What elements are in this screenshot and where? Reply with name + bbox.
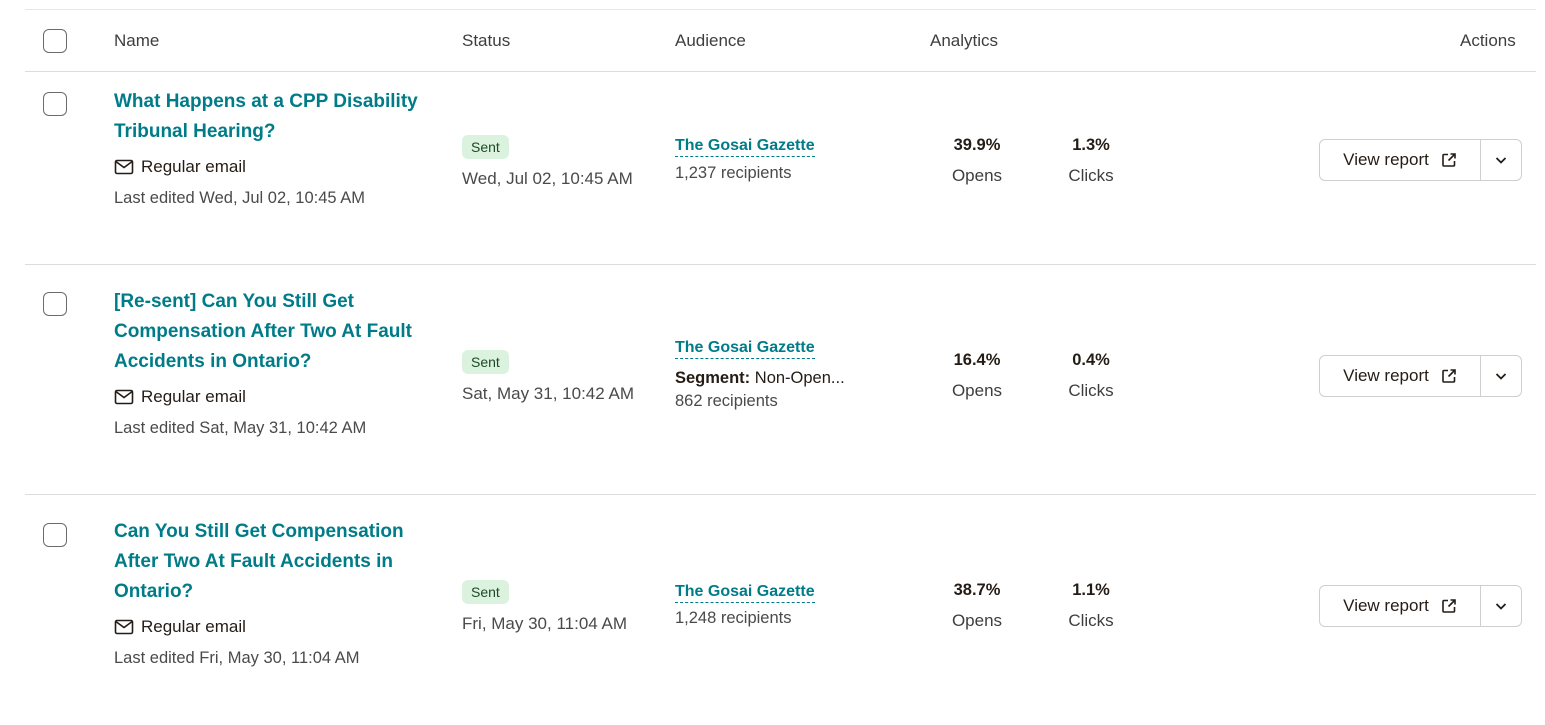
status-date: Fri, May 30, 11:04 AM <box>462 614 628 633</box>
view-report-label: View report <box>1343 596 1429 615</box>
more-actions-dropdown[interactable] <box>1481 586 1521 626</box>
status-badge: Sent <box>462 135 509 159</box>
opens-label: Opens <box>951 381 1003 400</box>
envelope-icon <box>114 159 134 175</box>
last-edited: Last edited Sat, May 31, 10:42 AM <box>114 419 367 437</box>
status-badge: Sent <box>462 350 509 374</box>
campaign-title-link[interactable]: Can You Still Get Compensation After Two… <box>114 517 444 607</box>
chevron-down-icon <box>1495 157 1507 164</box>
envelope-icon <box>114 619 134 635</box>
envelope-icon <box>114 389 134 405</box>
clicks-rate: 0.4% <box>1072 351 1110 369</box>
campaign-title-line: Accidents in Ontario? <box>114 351 312 372</box>
status-date: Wed, Jul 02, 10:45 AM <box>462 169 633 188</box>
column-header-audience: Audience <box>675 31 746 50</box>
campaign-title-line: After Two At Fault Accidents in <box>114 551 394 572</box>
row-divider <box>25 264 1536 265</box>
select-all-checkbox[interactable] <box>43 29 67 53</box>
view-report-button[interactable]: View report <box>1320 356 1481 396</box>
view-report-label: View report <box>1343 150 1429 169</box>
recipient-count: 1,237 recipients <box>675 164 792 182</box>
external-link-icon <box>1442 599 1456 613</box>
clicks-label: Clicks <box>1068 381 1114 400</box>
clicks-label: Clicks <box>1068 611 1114 630</box>
view-report-button-group: View report <box>1319 139 1522 181</box>
row-checkbox[interactable] <box>43 92 67 116</box>
row-checkbox[interactable] <box>43 292 67 316</box>
campaign-type-label: Regular email <box>141 387 246 406</box>
campaign-type: Regular email <box>114 617 246 637</box>
campaign-title-line: Ontario? <box>114 581 194 602</box>
campaign-type: Regular email <box>114 157 246 177</box>
column-header-actions: Actions <box>1460 31 1516 50</box>
more-actions-dropdown[interactable] <box>1481 140 1521 180</box>
last-edited: Last edited Wed, Jul 02, 10:45 AM <box>114 189 366 207</box>
view-report-button[interactable]: View report <box>1320 140 1481 180</box>
status-badge: Sent <box>462 580 509 604</box>
chevron-down-icon <box>1495 373 1507 380</box>
clicks-label: Clicks <box>1068 166 1114 185</box>
audience-link[interactable]: The Gosai Gazette <box>675 583 815 603</box>
view-report-label: View report <box>1343 366 1429 385</box>
top-divider <box>25 9 1536 10</box>
campaign-title-link[interactable]: [Re-sent] Can You Still Get Compensation… <box>114 287 444 377</box>
row-divider <box>25 494 1536 495</box>
header-divider <box>25 71 1536 72</box>
campaign-type-label: Regular email <box>141 617 246 636</box>
campaign-title-line: What Happens at a CPP Disability <box>114 91 418 112</box>
view-report-button-group: View report <box>1319 355 1522 397</box>
campaign-title-line: Can You Still Get Compensation <box>114 521 404 542</box>
view-report-button[interactable]: View report <box>1320 586 1481 626</box>
row-checkbox[interactable] <box>43 523 67 547</box>
recipient-count: 1,248 recipients <box>675 609 792 627</box>
chevron-down-icon <box>1495 603 1507 610</box>
column-header-name[interactable]: Name <box>114 31 159 51</box>
column-header-analytics: Analytics <box>930 31 999 50</box>
campaign-title-link[interactable]: What Happens at a CPP Disability Tribuna… <box>114 87 444 147</box>
external-link-icon <box>1442 369 1456 383</box>
campaign-type: Regular email <box>114 387 246 407</box>
campaign-title-line: Compensation After Two At Fault <box>114 321 413 342</box>
segment-label: Segment: <box>675 369 751 387</box>
more-actions-dropdown[interactable] <box>1481 356 1521 396</box>
recipient-count: 862 recipients <box>675 392 778 410</box>
external-link-icon <box>1442 153 1456 167</box>
status-date: Sat, May 31, 10:42 AM <box>462 384 634 403</box>
campaign-title-line: [Re-sent] Can You Still Get <box>114 291 354 312</box>
clicks-rate: 1.3% <box>1072 136 1110 154</box>
clicks-rate: 1.1% <box>1072 581 1110 599</box>
audience-link[interactable]: The Gosai Gazette <box>675 137 815 157</box>
opens-rate: 38.7% <box>953 581 1001 599</box>
opens-rate: 39.9% <box>953 136 1001 154</box>
opens-label: Opens <box>951 166 1003 185</box>
opens-rate: 16.4% <box>953 351 1001 369</box>
view-report-button-group: View report <box>1319 585 1522 627</box>
opens-label: Opens <box>951 611 1003 630</box>
segment-value: Non-Open... <box>750 369 845 387</box>
campaign-title-line: Tribunal Hearing? <box>114 121 276 142</box>
last-edited: Last edited Fri, May 30, 11:04 AM <box>114 649 360 667</box>
audience-segment: Segment: Non-Open... <box>675 369 845 388</box>
audience-link[interactable]: The Gosai Gazette <box>675 339 815 359</box>
campaign-type-label: Regular email <box>141 157 246 176</box>
column-header-status[interactable]: Status <box>462 31 510 51</box>
